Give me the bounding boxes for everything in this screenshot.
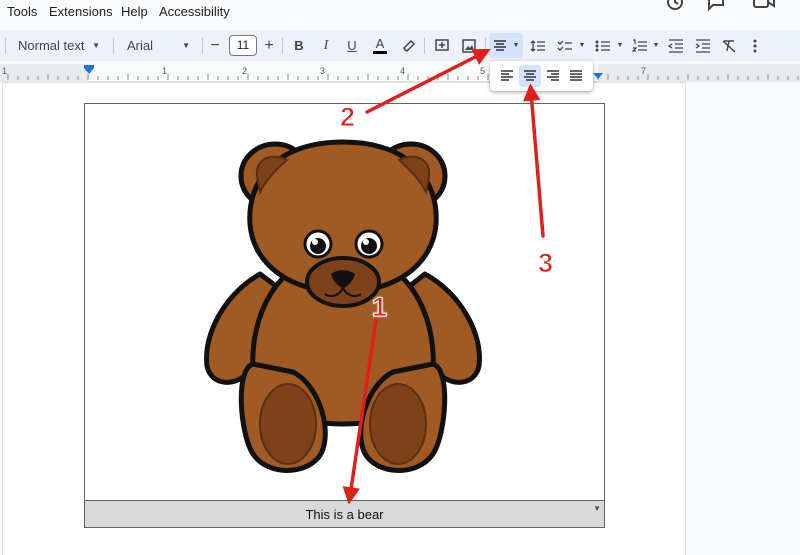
insert-link-icon[interactable] (432, 30, 452, 61)
menu-help[interactable]: Help (121, 4, 148, 19)
paragraph-style-dropdown[interactable]: Normal text ▼ (10, 30, 106, 61)
decrease-indent-icon[interactable] (667, 30, 685, 61)
comments-icon[interactable] (706, 0, 726, 12)
chevron-down-icon[interactable]: ▼ (651, 30, 661, 61)
align-center-button[interactable] (519, 65, 541, 87)
chevron-down-icon[interactable]: ▼ (593, 504, 601, 513)
ruler-mark: 1 (2, 66, 8, 76)
chevron-down-icon: ▼ (512, 42, 520, 49)
increase-font-size-button[interactable]: + (261, 30, 277, 61)
font-size-input[interactable]: 11 (229, 35, 257, 56)
more-options-icon[interactable] (748, 30, 762, 61)
bulleted-list-icon[interactable] (594, 30, 612, 61)
menu-accessibility[interactable]: Accessibility (159, 4, 230, 19)
line-spacing-icon[interactable] (529, 30, 547, 61)
meet-icon[interactable] (752, 0, 775, 12)
align-left-button[interactable] (496, 65, 518, 87)
toolbar-separator (5, 38, 6, 54)
clear-formatting-icon[interactable] (720, 30, 738, 61)
paragraph-style-value: Normal text (18, 38, 85, 53)
chevron-down-icon[interactable]: ▼ (615, 30, 625, 61)
insert-image-icon[interactable] (459, 30, 479, 61)
numbered-list-icon[interactable] (631, 30, 649, 61)
toolbar-separator (424, 38, 425, 54)
toolbar-separator (202, 38, 203, 54)
caption-text[interactable]: This is a bear (305, 507, 383, 522)
menu-bar: Tools Extensions Help Accessibility (0, 0, 800, 26)
ruler-mark: 5 (480, 66, 486, 76)
text-color-swatch (373, 50, 387, 54)
font-value: Arial (127, 38, 154, 53)
ruler-mark: 7 (641, 66, 647, 76)
annotation-number: 1 (371, 292, 388, 323)
ruler-mark: 2 (242, 66, 248, 76)
align-center-icon (524, 70, 536, 81)
underline-button[interactable]: U (343, 30, 361, 61)
decrease-font-size-button[interactable]: − (207, 30, 223, 61)
justify-button[interactable] (565, 65, 587, 87)
increase-indent-icon[interactable] (694, 30, 712, 61)
align-center-icon (492, 30, 508, 61)
image-table-cell[interactable] (84, 103, 605, 528)
annotation-number: 2 (339, 102, 356, 133)
chevron-down-icon[interactable]: ▼ (577, 30, 587, 61)
toolbar-separator (485, 38, 486, 54)
menu-extensions[interactable]: Extensions (49, 4, 113, 19)
history-icon[interactable] (665, 0, 685, 12)
ruler-mark: 4 (400, 66, 406, 76)
chevron-down-icon: ▼ (182, 41, 190, 50)
alignment-menu (490, 61, 593, 91)
toolbar-separator (113, 38, 114, 54)
toolbar: Normal text ▼ Arial ▼ − 11 + B I U A ▼ ▼… (0, 30, 800, 61)
text-color-button[interactable]: A (371, 30, 389, 61)
annotation-number: 3 (537, 248, 554, 279)
caption-cell[interactable]: This is a bear ▼ (84, 500, 605, 528)
ruler-mark: 3 (320, 66, 326, 76)
align-left-icon (501, 70, 513, 81)
align-right-icon (547, 70, 559, 81)
highlight-icon[interactable] (400, 30, 418, 61)
text-color-label: A (375, 35, 385, 51)
font-dropdown[interactable]: Arial ▼ (120, 30, 196, 61)
justify-icon (570, 70, 582, 81)
align-right-button[interactable] (542, 65, 564, 87)
italic-button[interactable]: I (317, 30, 335, 61)
bold-button[interactable]: B (290, 30, 308, 61)
toolbar-separator (282, 38, 283, 54)
ruler-mark: 1 (162, 66, 168, 76)
teddy-bear-image[interactable] (85, 104, 604, 501)
chevron-down-icon: ▼ (92, 41, 100, 50)
ruler[interactable]: 1 1 2 3 4 5 6 7 (0, 64, 800, 82)
checklist-icon[interactable] (556, 30, 574, 61)
menu-tools[interactable]: Tools (7, 4, 37, 19)
